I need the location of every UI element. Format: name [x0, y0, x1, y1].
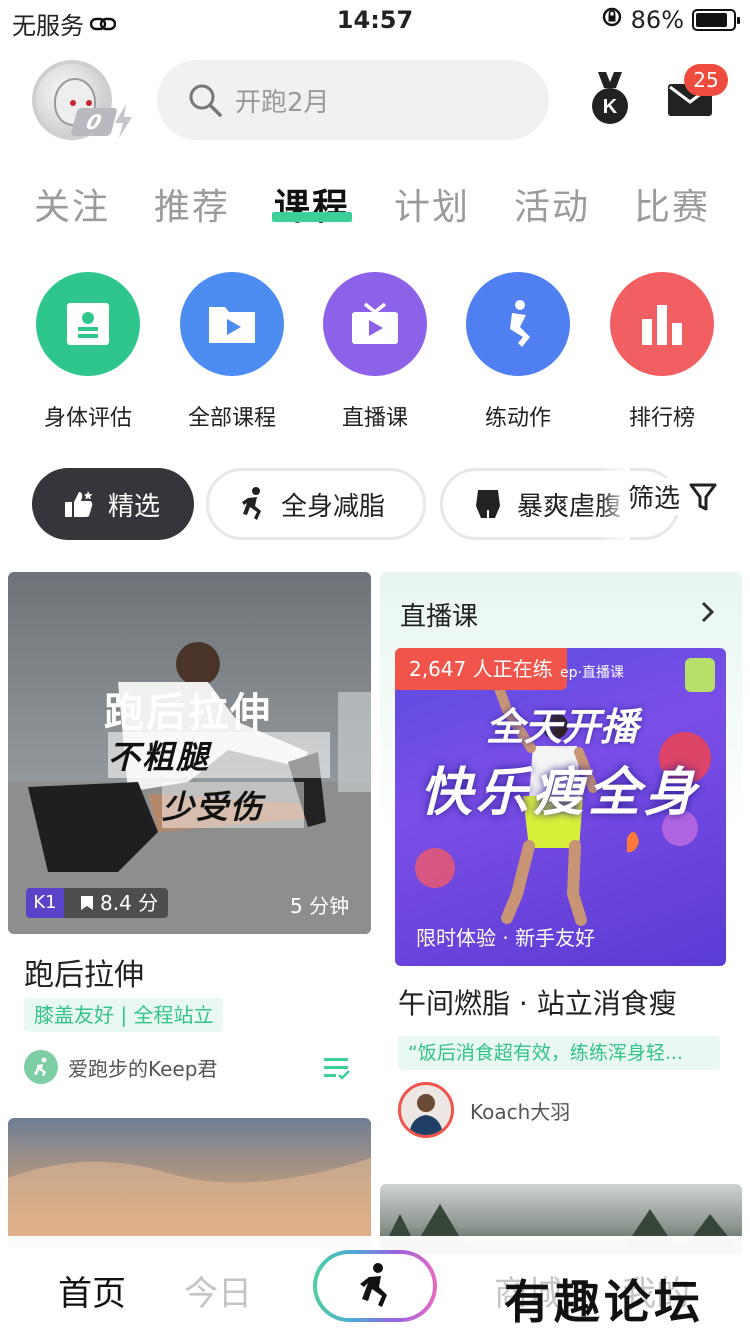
author-name: 爱跑步的Keep君 — [68, 1056, 218, 1081]
entry-circle — [180, 272, 284, 376]
live-class-title[interactable]: 午间燃脂 · 站立消食瘦 — [398, 982, 677, 1022]
author-avatar — [24, 1050, 58, 1084]
status-bar: 无服务 14:57 86% — [0, 0, 750, 42]
tab-competitions[interactable]: 比赛 — [634, 178, 710, 230]
entry-label: 排行榜 — [628, 406, 695, 431]
coach-name: Koach大羽 — [470, 1099, 571, 1124]
torso-icon — [473, 488, 503, 520]
chip-full-body-fat-loss[interactable]: 全身减脂 — [206, 468, 426, 540]
tab-follow[interactable]: 关注 — [34, 178, 110, 230]
course-tags: 膝盖友好 | 全程站立 — [24, 998, 224, 1032]
live-section-title: 直播课 — [400, 602, 479, 632]
difficulty-badge: K1 — [26, 888, 64, 918]
category-tabs: 关注 推荐 课程 计划 活动 比赛 — [0, 178, 750, 238]
lightning-icon — [115, 104, 132, 138]
level-value: 0 — [70, 108, 118, 136]
search-bar[interactable]: 开跑2月 — [157, 60, 549, 140]
bar-chart-icon — [642, 305, 682, 345]
tv-icon — [352, 302, 398, 344]
search-icon — [189, 84, 222, 117]
live-banner-subtitle: 限时体验 · 新手友好 — [416, 926, 596, 950]
medal-icon[interactable]: K — [590, 72, 630, 126]
start-exercise-button[interactable] — [313, 1250, 437, 1322]
playlist-add-icon[interactable] — [324, 1056, 350, 1080]
search-placeholder: 开跑2月 — [235, 87, 330, 118]
course-title[interactable]: 跑后拉伸 — [24, 950, 144, 994]
tab-plans[interactable]: 计划 — [394, 178, 470, 230]
chevron-right-icon[interactable] — [700, 600, 716, 624]
live-class-quote: “饭后消食超有效，练练浑身轻... — [398, 1036, 720, 1070]
live-logo-text: ep·直播课 — [560, 665, 624, 681]
walking-figure-icon — [360, 1263, 387, 1307]
live-banner-main: 快乐瘦全身 — [420, 763, 701, 823]
filter-icon — [689, 483, 717, 510]
svg-text:K: K — [603, 96, 618, 118]
filter-button[interactable]: 筛选 — [624, 478, 719, 515]
forum-watermark: 有趣论坛 — [504, 1275, 704, 1329]
entry-label: 直播课 — [341, 406, 408, 431]
tab-events[interactable]: 活动 — [514, 178, 590, 230]
entry-circle — [36, 272, 140, 376]
tab-courses[interactable]: 课程 — [274, 178, 350, 230]
runner-icon — [34, 1057, 47, 1076]
folder-play-icon — [209, 307, 255, 343]
entry-circle — [323, 272, 427, 376]
bookmark-icon — [81, 896, 93, 910]
entry-circle — [466, 272, 570, 376]
entry-circle — [610, 272, 714, 376]
entry-practice-moves[interactable]: 练动作 — [448, 272, 588, 432]
entry-body-assessment[interactable]: 身体评估 — [18, 272, 158, 432]
entry-label: 练动作 — [484, 406, 551, 431]
chip-label: 全身减脂 — [281, 491, 386, 522]
level-badge[interactable]: 0 — [70, 104, 132, 138]
running-figure-icon — [239, 487, 267, 521]
thumbnail-title: 跑后拉伸 — [104, 690, 272, 736]
entry-leaderboard[interactable]: 排行榜 — [592, 272, 732, 432]
battery-icon — [692, 9, 740, 31]
coach-avatar — [398, 1082, 454, 1138]
entry-live-class[interactable]: 直播课 — [305, 272, 445, 432]
filter-label: 筛选 — [628, 484, 681, 514]
nav-today[interactable]: 今日 — [184, 1266, 252, 1315]
duration-label: 5 分钟 — [290, 894, 350, 918]
course-author[interactable]: 爱跑步的Keep君 — [24, 1050, 217, 1084]
chip-label: 精选 — [108, 491, 161, 522]
rotation-lock-icon — [601, 6, 623, 34]
nav-home[interactable]: 首页 — [58, 1266, 126, 1315]
thumbs-up-icon — [64, 489, 94, 519]
exercise-figure-icon — [510, 300, 530, 347]
live-viewer-count: 2,647 人正在练 — [395, 648, 567, 690]
chip-featured[interactable]: 精选 — [32, 468, 194, 540]
rating-value: 8.4 分 — [100, 891, 159, 915]
course-thumbnail-next-left[interactable] — [8, 1118, 371, 1248]
entry-label: 全部课程 — [187, 406, 276, 431]
live-banner-top: 全天开播 — [486, 705, 639, 749]
thumbnail-line-3: 少受伤 — [162, 782, 305, 828]
mail-unread-badge: 25 — [684, 64, 728, 96]
rating-badge: 8.4 分 — [64, 888, 169, 918]
entry-label: 身体评估 — [43, 406, 132, 431]
coach-info[interactable]: Koach大羽 — [398, 1082, 570, 1138]
body-assessment-icon — [67, 303, 109, 345]
active-tab-indicator — [272, 212, 352, 222]
entry-all-courses[interactable]: 全部课程 — [162, 272, 302, 432]
tab-recommend[interactable]: 推荐 — [154, 178, 230, 230]
thumbnail-line-2: 不粗腿 — [108, 732, 331, 778]
battery-percent: 86% — [630, 6, 684, 34]
